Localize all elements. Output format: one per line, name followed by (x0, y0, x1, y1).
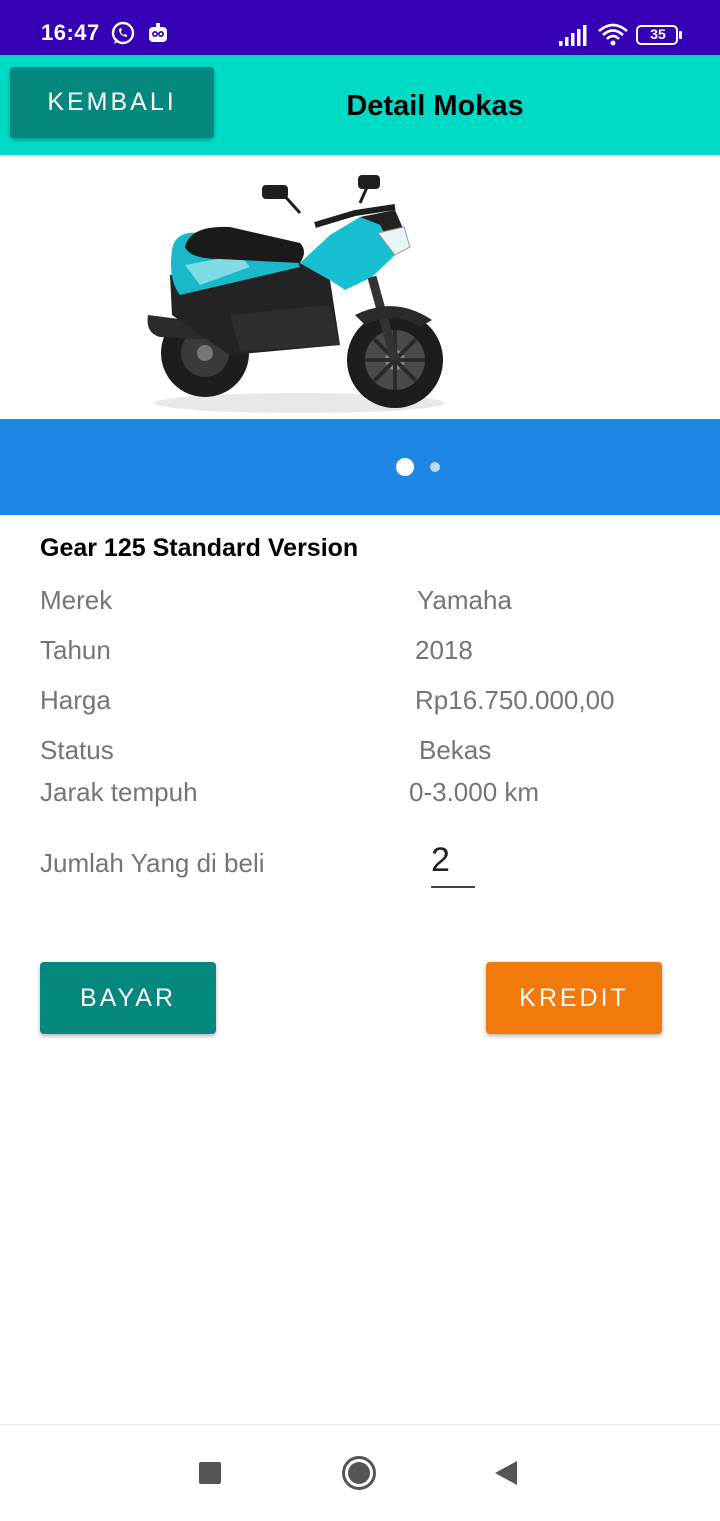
page-title: Detail Mokas (346, 90, 524, 122)
bot-icon (149, 23, 167, 42)
label-year: Tahun (40, 635, 111, 665)
label-mileage: Jarak tempuh (40, 777, 198, 807)
scooter-illustration (147, 175, 445, 413)
motorcycle-image (0, 155, 720, 419)
whatsapp-icon (111, 21, 135, 45)
product-name: Gear 125 Standard Version (40, 534, 359, 562)
credit-button[interactable]: KREDIT (486, 962, 662, 1034)
quantity-input[interactable]: 2 (431, 840, 475, 888)
back-button[interactable]: KEMBALI (10, 67, 214, 138)
label-quantity: Jumlah Yang di beli (40, 848, 265, 878)
label-status: Status (40, 735, 114, 765)
slider-dot-active[interactable] (396, 458, 414, 476)
signal-icon (559, 25, 587, 46)
value-mileage: 0-3.000 km (409, 777, 540, 807)
image-slider[interactable] (0, 155, 720, 515)
label-price: Harga (40, 685, 111, 715)
wifi-icon (598, 23, 628, 46)
label-brand: Merek (40, 585, 113, 615)
battery-level: 35 (650, 26, 666, 42)
home-icon[interactable] (341, 1455, 377, 1491)
slider-dot[interactable] (430, 462, 440, 472)
recent-apps-icon[interactable] (199, 1462, 221, 1484)
value-price: Rp16.750.000,00 (415, 685, 615, 715)
slider-pagination (0, 419, 720, 515)
value-status: Bekas (419, 735, 492, 765)
pay-button[interactable]: BAYAR (40, 962, 216, 1034)
back-icon[interactable] (493, 1459, 519, 1487)
status-bar: 16:47 35 (0, 0, 720, 55)
value-brand: Yamaha (417, 585, 512, 615)
toolbar: KEMBALI Detail Mokas (0, 55, 720, 155)
value-year: 2018 (415, 635, 473, 665)
status-time: 16:47 (41, 20, 100, 45)
system-nav-bar (0, 1424, 720, 1521)
